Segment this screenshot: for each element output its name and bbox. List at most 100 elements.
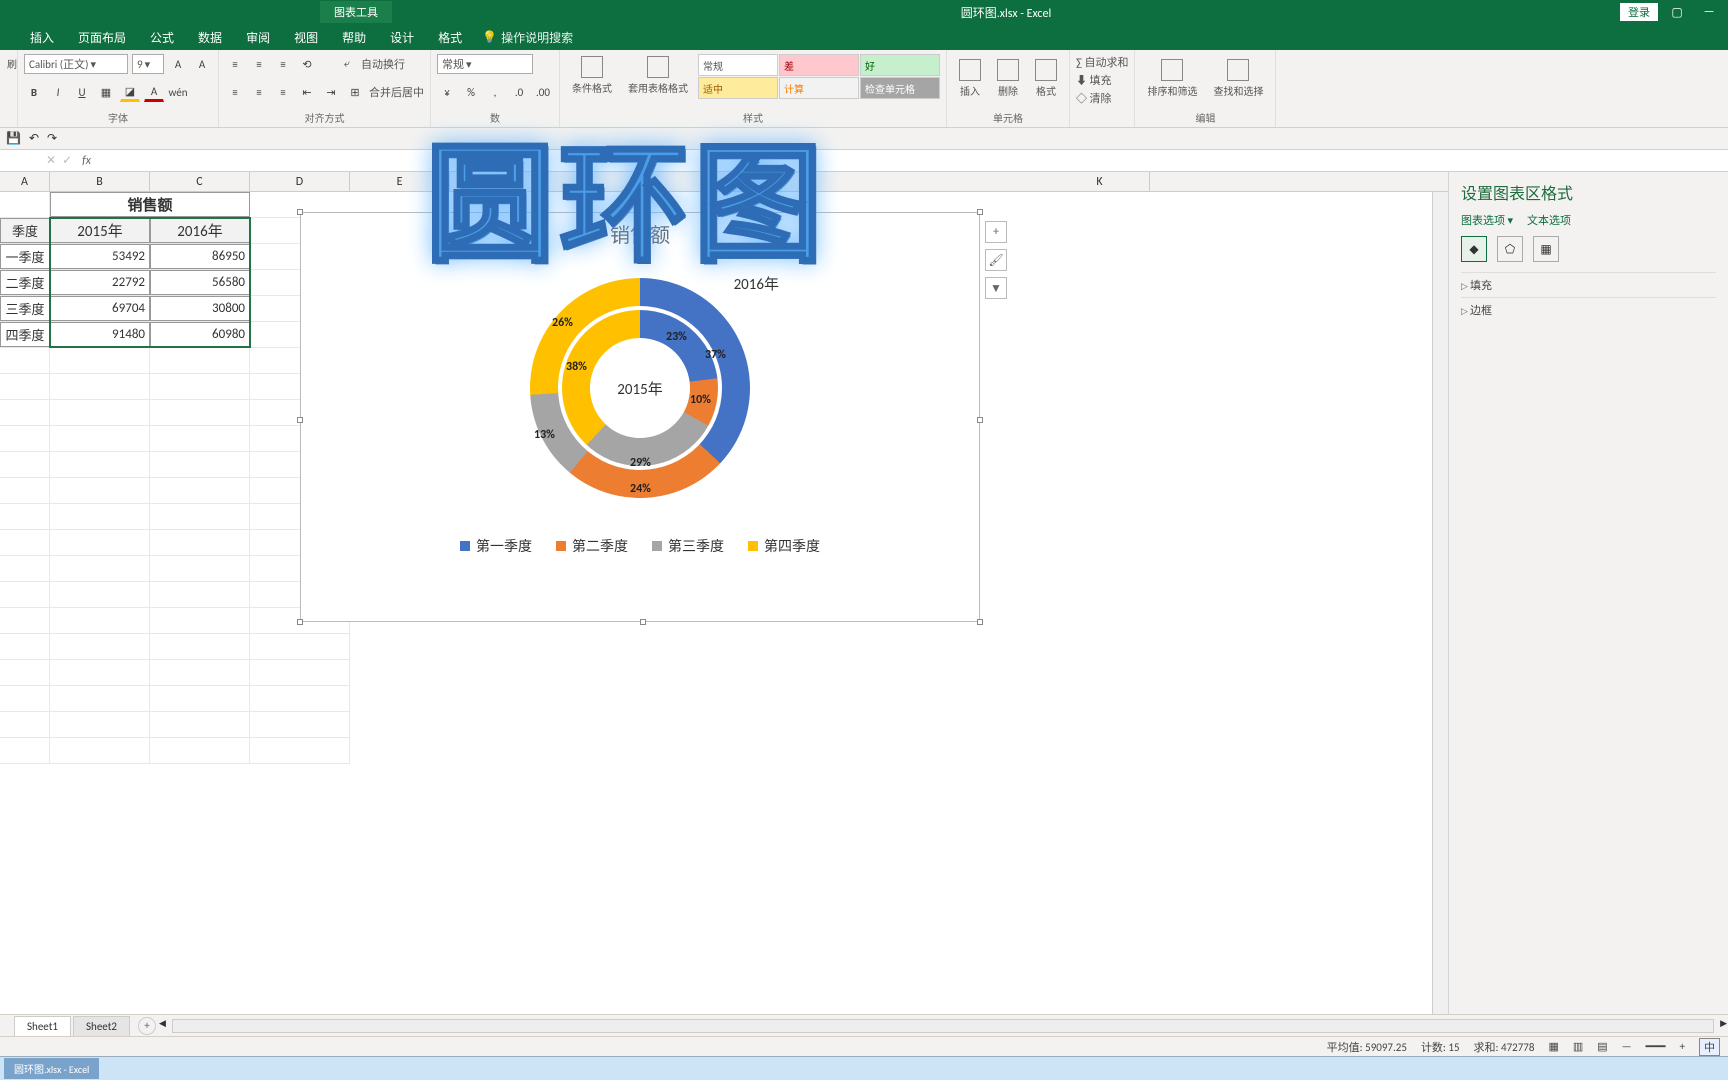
merge-label[interactable]: 合并后居中 — [369, 84, 424, 100]
undo-icon[interactable]: ↶ — [29, 131, 39, 146]
style-calc[interactable]: 计算 — [779, 77, 859, 99]
cell-h-2016[interactable]: 2016年 — [150, 218, 250, 243]
align-right-icon[interactable]: ≡ — [273, 82, 293, 102]
wrap-text-icon[interactable]: ⤶ — [337, 54, 357, 74]
enter-formula-icon[interactable]: ✓ — [62, 153, 72, 168]
resize-handle[interactable] — [297, 209, 303, 215]
tab-data[interactable]: 数据 — [186, 24, 234, 50]
cells-grid[interactable]: 销售额 季度 2015年 2016年 一季度 53492 86950 二季度 2… — [0, 192, 350, 764]
cell-h-quarter[interactable]: 季度 — [0, 218, 50, 243]
resize-handle[interactable] — [977, 417, 983, 423]
cell[interactable]: 69704 — [50, 296, 150, 321]
table-format-button[interactable]: 套用表格格式 — [622, 54, 694, 97]
text-options-tab[interactable]: 文本选项 — [1527, 212, 1571, 228]
border-icon[interactable]: ▦ — [96, 82, 116, 102]
chart-filter-button[interactable]: ▼ — [985, 277, 1007, 299]
cell[interactable] — [0, 192, 50, 217]
chart-legend[interactable]: 第一季度 第二季度 第三季度 第四季度 — [301, 536, 979, 556]
col-E[interactable]: E — [350, 172, 450, 191]
col-D[interactable]: D — [250, 172, 350, 191]
donut-chart[interactable]: 2015年 37% 24% 13% 26% 23% 10% 29% 38% — [510, 258, 770, 518]
zoom-out-icon[interactable]: — — [1622, 1040, 1632, 1053]
ime-indicator[interactable]: 中 — [1699, 1038, 1720, 1056]
phonetic-icon[interactable]: wén — [168, 82, 188, 102]
save-icon[interactable]: 💾 — [6, 131, 21, 146]
indent-inc-icon[interactable]: ⇥ — [321, 82, 341, 102]
redo-icon[interactable]: ↷ — [47, 131, 57, 146]
shrink-font-icon[interactable]: A — [192, 54, 212, 74]
tab-help[interactable]: 帮助 — [330, 24, 378, 50]
cell[interactable]: 56580 — [150, 270, 250, 295]
inc-decimal-icon[interactable]: .0 — [509, 82, 529, 102]
align-top-icon[interactable]: ≡ — [225, 54, 245, 74]
vertical-scrollbar[interactable] — [1432, 192, 1448, 1014]
wrap-text-label[interactable]: 自动换行 — [361, 56, 405, 72]
cell[interactable]: 30800 — [150, 296, 250, 321]
col-A[interactable]: A — [0, 172, 50, 191]
style-neutral[interactable]: 适中 — [698, 77, 778, 99]
view-normal-icon[interactable]: ▦ — [1548, 1040, 1558, 1053]
resize-handle[interactable] — [297, 417, 303, 423]
tab-insert[interactable]: 插入 — [18, 24, 66, 50]
cell-q2[interactable]: 二季度 — [0, 270, 50, 295]
col-B[interactable]: B — [50, 172, 150, 191]
resize-handle[interactable] — [640, 619, 646, 625]
fill-line-icon[interactable]: ◆ — [1461, 236, 1487, 262]
cell-q4[interactable]: 四季度 — [0, 322, 50, 347]
ribbon-display-icon[interactable]: ▢ — [1664, 5, 1690, 20]
chart-options-tab[interactable]: 图表选项 ▾ — [1461, 212, 1513, 228]
resize-handle[interactable] — [977, 619, 983, 625]
fill-color-icon[interactable]: ◪ — [120, 82, 140, 102]
cell-h-2015[interactable]: 2015年 — [50, 218, 150, 243]
bold-icon[interactable]: B — [24, 82, 44, 102]
chart-title[interactable]: 销售额 — [301, 219, 979, 248]
orientation-icon[interactable]: ⟲ — [297, 54, 317, 74]
tab-layout[interactable]: 页面布局 — [66, 24, 138, 50]
resize-handle[interactable] — [640, 209, 646, 215]
indent-dec-icon[interactable]: ⇤ — [297, 82, 317, 102]
underline-icon[interactable]: U — [72, 82, 92, 102]
style-good[interactable]: 好 — [860, 54, 940, 76]
col-K[interactable]: K — [1050, 172, 1150, 191]
cell[interactable]: 60980 — [150, 322, 250, 347]
cell-q1[interactable]: 一季度 — [0, 244, 50, 269]
cell-q3[interactable]: 三季度 — [0, 296, 50, 321]
align-left-icon[interactable]: ≡ — [225, 82, 245, 102]
border-section[interactable]: 边框 — [1461, 297, 1716, 322]
horizontal-scrollbar[interactable] — [172, 1019, 1714, 1033]
format-cells-button[interactable]: 格式 — [1029, 57, 1063, 100]
cancel-formula-icon[interactable]: ✕ — [46, 153, 56, 168]
italic-icon[interactable]: I — [48, 82, 68, 102]
resize-handle[interactable] — [297, 619, 303, 625]
chart-styles-button[interactable]: 🖌 — [985, 249, 1007, 271]
font-size-dropdown[interactable]: 9▾ — [132, 54, 164, 74]
fx-icon[interactable]: fx — [76, 154, 97, 168]
size-props-icon[interactable]: ▦ — [1533, 236, 1559, 262]
tab-view[interactable]: 视图 — [282, 24, 330, 50]
number-format-dropdown[interactable]: 常规▾ — [437, 54, 533, 74]
cell-styles-gallery[interactable]: 常规 差 好 适中 计算 检查单元格 — [698, 54, 940, 99]
cond-format-button[interactable]: 条件格式 — [566, 54, 618, 97]
find-select-button[interactable]: 查找和选择 — [1207, 57, 1269, 100]
cell-title[interactable]: 销售额 — [50, 192, 250, 217]
zoom-in-icon[interactable]: + — [1680, 1040, 1685, 1053]
align-bot-icon[interactable]: ≡ — [273, 54, 293, 74]
tab-format[interactable]: 格式 — [426, 24, 474, 50]
style-normal[interactable]: 常规 — [698, 54, 778, 76]
currency-icon[interactable]: ¥ — [437, 82, 457, 102]
chart-elements-button[interactable]: + — [985, 221, 1007, 243]
dec-decimal-icon[interactable]: .00 — [533, 82, 553, 102]
sheet-area[interactable]: A B C D E K 销售额 季度 2015年 2016年 一季度 — [0, 172, 1448, 1014]
autosum-button[interactable]: ∑ 自动求和 — [1076, 54, 1128, 70]
view-page-layout-icon[interactable]: ▥ — [1573, 1040, 1583, 1053]
tell-me-search[interactable]: 💡 操作说明搜索 — [482, 24, 573, 50]
style-check[interactable]: 检查单元格 — [860, 77, 940, 99]
add-sheet-button[interactable]: + — [138, 1017, 156, 1035]
cell[interactable]: 86950 — [150, 244, 250, 269]
fill-section[interactable]: 填充 — [1461, 272, 1716, 297]
effects-icon[interactable]: ⬠ — [1497, 236, 1523, 262]
clear-button[interactable]: ◇ 清除 — [1076, 90, 1112, 106]
view-page-break-icon[interactable]: ▤ — [1597, 1040, 1607, 1053]
sheet-tab-2[interactable]: Sheet2 — [73, 1016, 130, 1036]
zoom-slider[interactable]: ━━━ — [1646, 1040, 1666, 1053]
